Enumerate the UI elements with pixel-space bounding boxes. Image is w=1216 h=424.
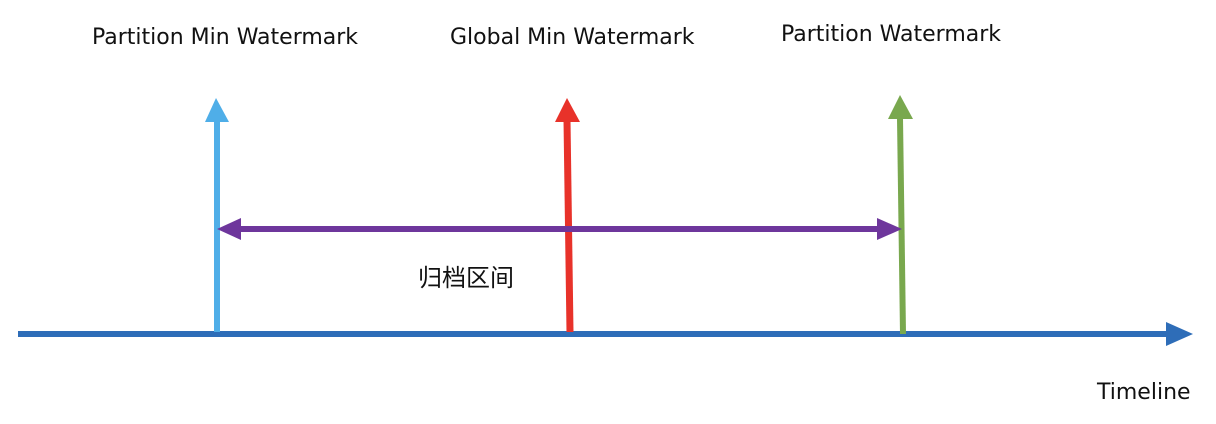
partition-min-watermark-label: Partition Min Watermark: [92, 25, 359, 50]
timeline-arrowhead: [1166, 322, 1193, 346]
timeline-label: Timeline: [1097, 380, 1191, 405]
partition-watermark-arrowhead: [888, 95, 913, 119]
global-min-watermark-label: Global Min Watermark: [450, 25, 695, 50]
archive-range-label: 归档区间: [418, 264, 514, 292]
archive-range-left-arrowhead: [217, 218, 241, 240]
archive-range-right-arrowhead: [877, 218, 902, 240]
diagram-canvas: [18, 95, 1193, 346]
partition-watermark-label: Partition Watermark: [781, 22, 1002, 47]
global-min-watermark-arrowhead: [555, 98, 580, 122]
partition-min-watermark-arrowhead: [205, 98, 229, 122]
partition-watermark-arrow: [897, 117, 906, 335]
